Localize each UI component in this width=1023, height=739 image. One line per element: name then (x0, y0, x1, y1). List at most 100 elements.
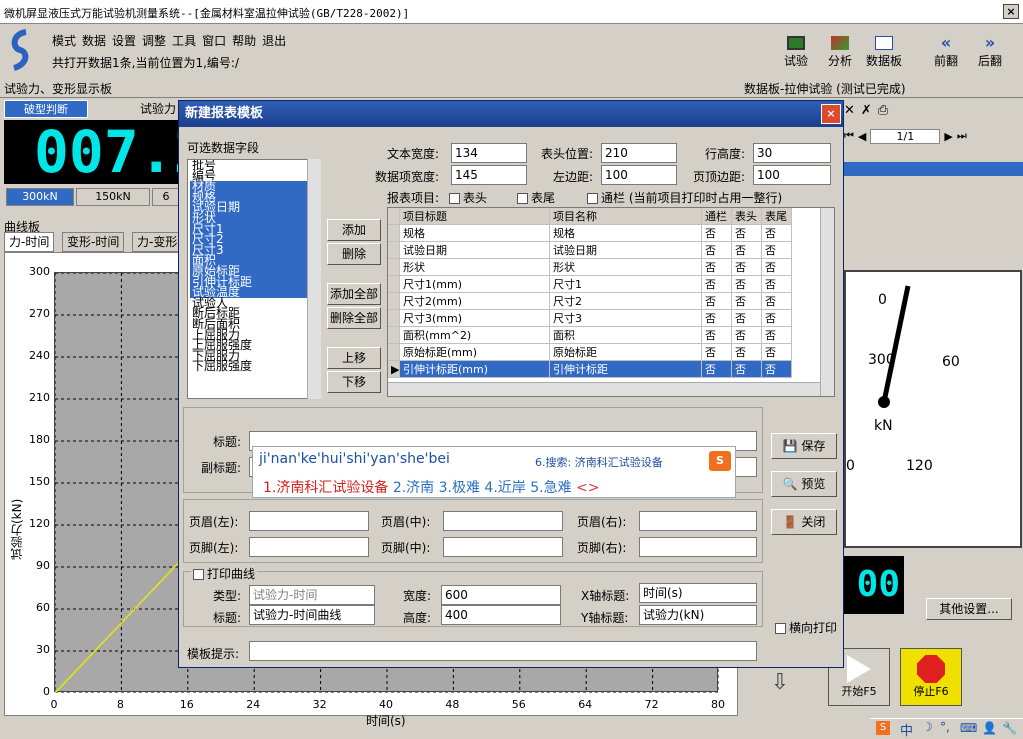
add-button[interactable]: 添加 (327, 219, 381, 241)
grid-cell: 尺寸3(mm) (400, 310, 550, 327)
curve-title-input[interactable]: 试验力-时间曲线 (249, 605, 375, 625)
template-hint-input[interactable] (249, 641, 757, 661)
field-list[interactable]: 批号 编号 材质 规格 试验日期 形状 尺寸1 尺寸2 尺寸3 面积 原始标距 引伸计标距 试验温度 试验… (187, 159, 321, 399)
print-icon[interactable]: ⎙ (878, 103, 888, 118)
header-mid-input[interactable] (443, 511, 563, 531)
user-icon[interactable]: 👤 (982, 721, 997, 735)
ime-pinyin: ji'nan'ke'hui'shi'yan'she'bei (259, 451, 450, 467)
stop-button[interactable]: 停止F6 (900, 648, 962, 706)
next-page-button[interactable]: » 后翻 (970, 35, 1010, 70)
y-axis-title-input[interactable]: 试验力(kN) (639, 605, 757, 625)
first-page-icon[interactable]: ⏮ (844, 129, 854, 143)
tab-deform-time[interactable]: 变形-时间 (62, 232, 125, 252)
header-right-input[interactable] (639, 511, 757, 531)
grid-row[interactable]: 形状 形状否否否 (388, 259, 792, 276)
menu-item-window[interactable]: 窗口 (202, 32, 226, 49)
grid-vscrollbar[interactable] (820, 208, 834, 396)
left-margin-input[interactable]: 100 (601, 165, 677, 185)
preview-button[interactable]: 🔍 预览 (771, 471, 837, 497)
footer-left-input[interactable] (249, 537, 369, 557)
curve-type-select[interactable]: 试验力-时间 (249, 585, 375, 605)
menu-item-adjust[interactable]: 调整 (142, 32, 166, 49)
ime-search-hint[interactable]: 6.搜索: 济南科汇试验设备 (535, 454, 663, 470)
field-list-scrollbar[interactable] (307, 159, 321, 399)
language-indicator[interactable]: 中 (900, 720, 913, 739)
grid-row[interactable]: 试验日期 试验日期否否否 (388, 242, 792, 259)
moon-icon[interactable]: ☽ (922, 720, 933, 734)
move-up-button[interactable]: 上移 (327, 347, 381, 369)
menu-item-mode[interactable]: 模式 (52, 32, 76, 49)
range-150kn-button[interactable]: 150kN (76, 188, 150, 206)
grid-row[interactable]: 尺寸2(mm) 尺寸2 否否否 (388, 293, 792, 310)
ime-candidate-rest[interactable]: 2.济南 3.极难 4.近岸 5.急难 (393, 480, 572, 496)
range-300kn-button[interactable]: 300kN (6, 188, 74, 206)
prev-icon[interactable]: ◀ (858, 130, 866, 143)
window-close-button[interactable]: × (1003, 4, 1019, 19)
tab-force-time[interactable]: 力-时间 (4, 232, 55, 252)
span-checkbox[interactable]: 通栏 (当前项目打印时占用一整行) (587, 189, 782, 206)
save-button[interactable]: 💾 保存 (771, 433, 837, 459)
row-height-input[interactable]: 30 (753, 143, 831, 163)
delete-button[interactable]: 删除 (327, 243, 381, 265)
text-width-input[interactable]: 134 (451, 143, 527, 163)
landscape-checkbox[interactable]: 横向打印 (775, 619, 837, 636)
sogou-tray-icon[interactable]: S (876, 721, 890, 735)
delete-icon[interactable]: ✗ (861, 103, 872, 118)
grid-row[interactable]: ▶ 引伸计标距(mm) 引伸计标距否否否 (388, 361, 792, 378)
last-page-icon[interactable]: ⏭ (957, 129, 967, 143)
close-button[interactable]: 🚪 关闭 (771, 509, 837, 535)
grid-hscrollbar[interactable] (388, 382, 820, 396)
grid-row[interactable]: 尺寸3(mm) 尺寸3 否否否 (388, 310, 792, 327)
top-margin-input[interactable]: 100 (753, 165, 831, 185)
menu-item-data[interactable]: 数据 (82, 32, 106, 49)
prev-page-button[interactable]: « 前翻 (926, 35, 966, 70)
header-checkbox[interactable]: 表头 (449, 189, 487, 206)
field-list-item[interactable]: 下屈服强度 (190, 361, 320, 373)
grid-header-row[interactable]: 项目标题 项目名称 通栏 表头 表尾 (388, 208, 792, 225)
databoard-button[interactable]: 数据板 (862, 36, 906, 70)
wrench-icon[interactable]: 🔧 (1002, 721, 1017, 735)
header-pos-input[interactable]: 210 (601, 143, 677, 163)
item-width-input[interactable]: 145 (451, 165, 527, 185)
tab-force-deform[interactable]: 力-变形 (132, 232, 183, 252)
dialog-close-button[interactable]: × (821, 104, 841, 124)
row-indicator (388, 259, 400, 276)
delete-all-button[interactable]: 删除全部 (327, 307, 381, 329)
grid-cell: 否 (702, 242, 732, 259)
analyze-button[interactable]: 分析 (820, 36, 860, 70)
ime-candidate-1[interactable]: 1.济南科汇试验设备 (263, 480, 388, 496)
move-down-button[interactable]: 下移 (327, 371, 381, 393)
curve-height-input[interactable]: 400 (441, 605, 561, 625)
footer-mid-input[interactable] (443, 537, 563, 557)
menu-item-help[interactable]: 帮助 (232, 32, 256, 49)
grid-row[interactable]: 原始标距(mm) 原始标距否否否 (388, 344, 792, 361)
add-all-button[interactable]: 添加全部 (327, 283, 381, 305)
x-axis-title-input[interactable]: 时间(s) (639, 583, 757, 603)
y-tick-label: 30 (36, 643, 50, 656)
test-button[interactable]: 试验 (776, 36, 816, 70)
break-judge-button[interactable]: 破型判断 (4, 100, 88, 118)
menu-item-exit[interactable]: 退出 (262, 32, 286, 49)
header-left-input[interactable] (249, 511, 369, 531)
x-tick-label: 56 (511, 698, 526, 711)
other-settings-button[interactable]: 其他设置... (926, 598, 1012, 620)
curve-width-input[interactable]: 600 (441, 585, 561, 605)
next-icon[interactable]: ▶ (944, 130, 952, 143)
ime-page-arrows-icon[interactable]: <> (576, 480, 599, 496)
footer-checkbox[interactable]: 表尾 (517, 189, 555, 206)
punctuation-icon[interactable]: °, (940, 720, 950, 734)
x-tick-label: 8 (116, 698, 124, 711)
menu-item-settings[interactable]: 设置 (112, 32, 136, 49)
range-third-button[interactable]: 6 (152, 188, 180, 206)
close-x-icon[interactable]: ✕ (844, 103, 855, 118)
grid-row[interactable]: 面积(mm^2) 面积否否否 (388, 327, 792, 344)
menu-item-tools[interactable]: 工具 (172, 32, 196, 49)
down-arrow-icon[interactable]: ⇩ (764, 666, 796, 700)
keyboard-icon[interactable]: ⌨ (960, 721, 977, 735)
grid-row[interactable]: 尺寸1(mm) 尺寸1 否否否 (388, 276, 792, 293)
footer-right-input[interactable] (639, 537, 757, 557)
subtitle-label: 副标题: (201, 461, 242, 475)
grid-row[interactable]: 规格 规格否否否 (388, 225, 792, 242)
ime-candidates[interactable]: 1.济南科汇试验设备 2.济南 3.极难 4.近岸 5.急难 <> (263, 477, 600, 497)
print-curve-checkbox[interactable]: 打印曲线 (191, 565, 258, 582)
